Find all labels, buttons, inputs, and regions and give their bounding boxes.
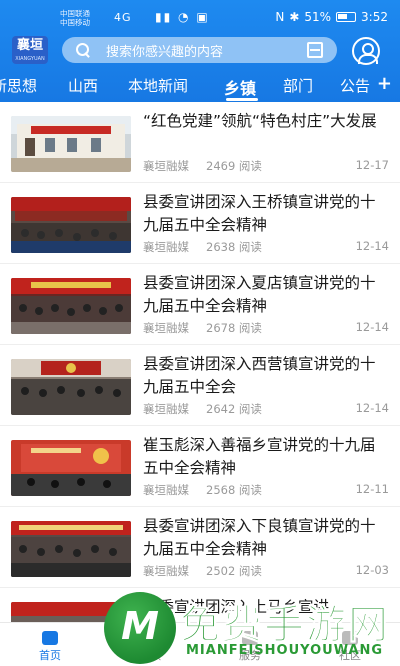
news-item[interactable]: “红色党建”领航“特色村庄”大发展 襄垣融媒 2469 阅读 12-17 [0, 102, 400, 183]
active-tab-indicator [226, 98, 258, 101]
search-bar[interactable]: 搜索你感兴趣的内容 [62, 37, 337, 63]
tab-department[interactable]: 部门 [283, 75, 313, 96]
add-channel-button[interactable]: + [377, 73, 392, 94]
news-source: 襄垣融媒 [143, 159, 189, 173]
news-title[interactable]: 县委宣讲团深入夏店镇宣讲党的十九届五中全会精神 [143, 272, 389, 318]
battery-icon [336, 12, 357, 22]
tab-local-news[interactable]: 本地新闻 [128, 75, 188, 96]
nav-label: 服务 [239, 649, 261, 662]
news-title[interactable]: 县委宣讲团深入上马乡宣讲 [143, 596, 389, 619]
status-right: N ✱ 51% 3:52 [275, 10, 388, 24]
search-icon [74, 41, 92, 59]
service-icon [242, 631, 258, 645]
news-date: 12-14 [355, 401, 389, 415]
app-logo[interactable]: 襄垣 XIANGYUAN [12, 36, 48, 64]
home-icon [42, 631, 58, 645]
news-date: 12-14 [355, 320, 389, 334]
user-profile-icon[interactable] [352, 37, 380, 65]
scan-icon[interactable] [307, 42, 323, 58]
news-source: 襄垣融媒 [143, 240, 189, 254]
news-thumbnail [11, 197, 131, 253]
news-thumbnail [11, 440, 131, 496]
news-item[interactable]: 县委宣讲团深入王桥镇宣讲党的十九届五中全会精神 襄垣融媒 2638 阅读 12-… [0, 183, 400, 264]
tab-announcement[interactable]: 公告 [340, 75, 370, 96]
logo-subtext: XIANGYUAN [15, 56, 45, 62]
tab-township[interactable]: 乡镇 [224, 75, 256, 99]
news-list: “红色党建”领航“特色村庄”大发展 襄垣融媒 2469 阅读 12-17 县委宣… [0, 102, 400, 622]
message-icon: ▣ [196, 10, 210, 24]
news-thumbnail [11, 278, 131, 334]
signal-icon: ▮▮ [155, 10, 173, 24]
news-thumbnail [11, 116, 131, 172]
tab-shanxi[interactable]: 山西 [68, 75, 98, 96]
news-source: 襄垣融媒 [143, 402, 189, 416]
news-item[interactable]: 县委宣讲团深入夏店镇宣讲党的十九届五中全会精神 襄垣融媒 2678 阅读 12-… [0, 264, 400, 345]
news-item[interactable]: 崔玉彪深入善福乡宣讲党的十九届五中全会精神 襄垣融媒 2568 阅读 12-11 [0, 426, 400, 507]
tab-xinsixiang[interactable]: 新思想 [0, 75, 37, 96]
news-title[interactable]: 县委宣讲团深入西营镇宣讲党的十九届五中全会 [143, 353, 389, 399]
news-source: 襄垣融媒 [143, 483, 189, 497]
nav-home[interactable]: 首页 [0, 623, 100, 666]
nav-label: 首页 [39, 649, 61, 662]
category-tabs: 新思想 山西 本地新闻 乡镇 部门 公告 + [0, 70, 400, 102]
news-reads: 2568 阅读 [206, 483, 262, 497]
news-reads: 2638 阅读 [206, 240, 262, 254]
news-thumbnail [11, 521, 131, 577]
search-input[interactable]: 搜索你感兴趣的内容 [106, 41, 307, 60]
news-reads: 2642 阅读 [206, 402, 262, 416]
news-title[interactable]: 县委宣讲团深入下良镇宣讲党的十九届五中全会精神 [143, 515, 389, 561]
news-title[interactable]: 崔玉彪深入善福乡宣讲党的十九届五中全会精神 [143, 434, 389, 480]
carrier-2: 中国移动 [60, 18, 90, 27]
logo-text: 襄垣 [16, 38, 43, 53]
status-bar: 中国联通 中国移动 4G ▮▮ ◔ ▣ N ✱ 51% 3:52 [0, 0, 400, 36]
carrier-label: 中国联通 中国移动 [60, 9, 90, 27]
news-item[interactable]: 县委宣讲团深入上马乡宣讲 [0, 588, 400, 622]
nav-label: 社区 [339, 649, 361, 662]
clock: 3:52 [361, 10, 388, 24]
nav-community[interactable]: 社区 [300, 623, 400, 666]
wifi-icon: ◔ [178, 10, 191, 24]
carrier-1: 中国联通 [60, 9, 90, 18]
news-item[interactable]: 县委宣讲团深入下良镇宣讲党的十九届五中全会精神 襄垣融媒 2502 阅读 12-… [0, 507, 400, 588]
news-date: 12-14 [355, 239, 389, 253]
battery-level: 51% [304, 10, 332, 24]
bottom-nav: 首页 视频 服务 社区 [0, 622, 400, 666]
nav-service[interactable]: 服务 [200, 623, 300, 666]
news-thumbnail [11, 602, 131, 622]
community-icon [342, 631, 358, 645]
news-reads: 2678 阅读 [206, 321, 262, 335]
news-date: 12-03 [355, 563, 389, 577]
news-date: 12-17 [355, 158, 389, 172]
app-header: 中国联通 中国移动 4G ▮▮ ◔ ▣ N ✱ 51% 3:52 襄垣 XIAN… [0, 0, 400, 102]
news-reads: 2502 阅读 [206, 564, 262, 578]
news-source: 襄垣融媒 [143, 564, 189, 578]
network-type: 4G [114, 11, 132, 24]
bluetooth-icon: ✱ [289, 10, 300, 24]
video-icon [142, 631, 158, 645]
news-reads: 2469 阅读 [206, 159, 262, 173]
news-date: 12-11 [355, 482, 389, 496]
news-title[interactable]: 县委宣讲团深入王桥镇宣讲党的十九届五中全会精神 [143, 191, 389, 237]
news-item[interactable]: 县委宣讲团深入西营镇宣讲党的十九届五中全会 襄垣融媒 2642 阅读 12-14 [0, 345, 400, 426]
news-title[interactable]: “红色党建”领航“特色村庄”大发展 [143, 110, 389, 133]
notification-icons: ▮▮ ◔ ▣ [155, 10, 210, 24]
nav-video[interactable]: 视频 [100, 623, 200, 666]
nfc-icon: N [275, 10, 285, 24]
news-thumbnail [11, 359, 131, 415]
nav-label: 视频 [139, 649, 161, 662]
news-source: 襄垣融媒 [143, 321, 189, 335]
